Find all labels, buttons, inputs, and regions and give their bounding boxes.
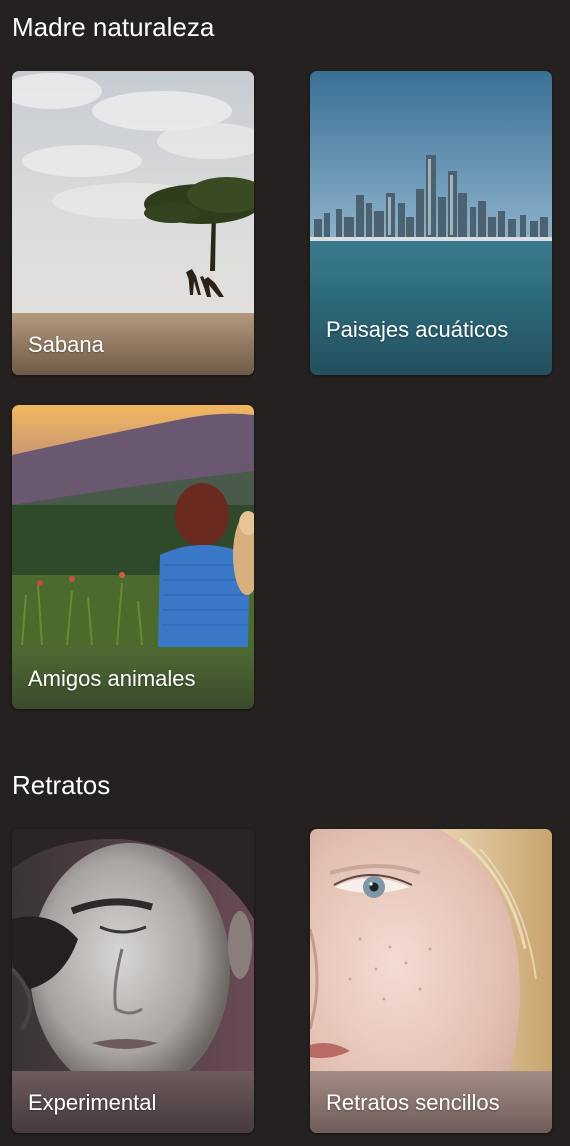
card-sabana[interactable]: Sabana [12, 71, 254, 375]
section-title-nature: Madre naturaleza [12, 12, 215, 42]
card-experimental[interactable]: Experimental [12, 829, 254, 1133]
card-amigos-animales[interactable]: Amigos animales [12, 405, 254, 709]
card-label: Sabana [28, 331, 104, 357]
card-caption: Sabana [12, 313, 254, 375]
section-title-portraits: Retratos [12, 770, 111, 800]
card-caption: Retratos sencillos [310, 1071, 552, 1133]
card-label: Experimental [28, 1089, 157, 1115]
card-caption: Experimental [12, 1071, 254, 1133]
card-label: Retratos sencillos [326, 1089, 500, 1115]
card-label: Amigos animales [28, 665, 196, 691]
card-caption: Paisajes acuáticos [310, 283, 552, 375]
card-paisajes-acuaticos[interactable]: Paisajes acuáticos [310, 71, 552, 375]
card-retratos-sencillos[interactable]: Retratos sencillos [310, 829, 552, 1133]
card-label: Paisajes acuáticos [326, 316, 509, 342]
card-caption: Amigos animales [12, 647, 254, 709]
